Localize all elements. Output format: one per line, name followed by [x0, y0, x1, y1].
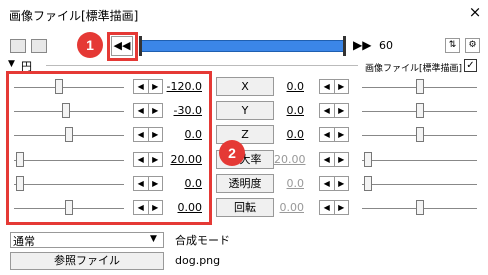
image-icon[interactable]: [31, 39, 47, 53]
increment-icon[interactable]: ▶: [335, 80, 349, 93]
end-stepper-buttons[interactable]: ◀ ▶: [319, 176, 349, 191]
parameter-end-value[interactable]: 0.00: [274, 201, 305, 214]
timeline-start-marker: [139, 36, 142, 56]
end-stepper-buttons[interactable]: ◀ ▶: [319, 103, 349, 118]
end-slider-track: [362, 184, 477, 185]
end-stepper-buttons[interactable]: ◀ ▶: [319, 79, 349, 94]
end-slider-thumb[interactable]: [416, 127, 424, 142]
increment-icon[interactable]: ▶: [335, 104, 349, 117]
end-stepper-buttons[interactable]: ◀ ▶: [319, 127, 349, 142]
parameter-button[interactable]: X: [216, 77, 274, 96]
decrement-icon[interactable]: ◀: [320, 201, 335, 214]
end-slider-thumb[interactable]: [364, 176, 372, 191]
end-slider-thumb[interactable]: [416, 103, 424, 118]
parameter-end-value[interactable]: 0.0: [274, 177, 305, 190]
blend-mode-value: 通常: [13, 235, 35, 248]
collapse-arrow-icon[interactable]: ▼: [8, 59, 15, 69]
window-title: 画像ファイル[標準描画]: [9, 9, 139, 23]
parameter-button[interactable]: Y: [216, 101, 274, 120]
parameter-button[interactable]: 透明度: [216, 174, 274, 193]
timeline-bar[interactable]: [140, 40, 345, 52]
annotation-box-2: [6, 71, 212, 225]
decrement-icon[interactable]: ◀: [320, 128, 335, 141]
annotation-badge-2: 2: [219, 140, 245, 166]
reference-file-name: dog.png: [175, 254, 221, 267]
close-icon[interactable]: ×: [466, 3, 484, 21]
film-icon[interactable]: [10, 39, 26, 53]
annotation-badge-1: 1: [77, 32, 103, 58]
decrement-icon[interactable]: ◀: [320, 153, 335, 166]
end-stepper-buttons[interactable]: ◀ ▶: [319, 152, 349, 167]
end-slider-thumb[interactable]: [364, 152, 372, 167]
end-slider-track: [362, 160, 477, 161]
chevron-down-icon[interactable]: ▼: [150, 234, 157, 244]
parameter-end-value[interactable]: 0.0: [274, 80, 305, 93]
section-divider: [46, 65, 358, 66]
end-slider-thumb[interactable]: [416, 79, 424, 94]
increment-icon[interactable]: ▶: [335, 128, 349, 141]
enable-checkbox[interactable]: ✓: [464, 59, 477, 72]
settings-icon[interactable]: ⚙: [465, 38, 480, 53]
end-slider-thumb[interactable]: [416, 200, 424, 215]
fast-forward-button[interactable]: ▶▶: [353, 38, 371, 52]
increment-icon[interactable]: ▶: [335, 177, 349, 190]
parameter-end-value[interactable]: 0.0: [274, 104, 305, 117]
reference-file-button[interactable]: 参照ファイル: [10, 252, 164, 270]
parameter-end-value[interactable]: 20.00: [274, 153, 306, 166]
decrement-icon[interactable]: ◀: [320, 177, 335, 190]
decrement-icon[interactable]: ◀: [320, 104, 335, 117]
decrement-icon[interactable]: ◀: [320, 80, 335, 93]
parameter-button[interactable]: 回転: [216, 198, 274, 217]
increment-icon[interactable]: ▶: [335, 201, 349, 214]
timeline-end-marker: [343, 36, 346, 56]
frame-count: 60: [379, 39, 393, 52]
increment-icon[interactable]: ▶: [335, 153, 349, 166]
blend-mode-label: 合成モード: [175, 234, 230, 247]
end-stepper-buttons[interactable]: ◀ ▶: [319, 200, 349, 215]
swap-icon[interactable]: ⇅: [445, 38, 460, 53]
object-type-label: 画像ファイル[標準描画]: [365, 64, 463, 74]
annotation-box-1: [107, 32, 138, 61]
parameter-end-value[interactable]: 0.0: [274, 128, 305, 141]
